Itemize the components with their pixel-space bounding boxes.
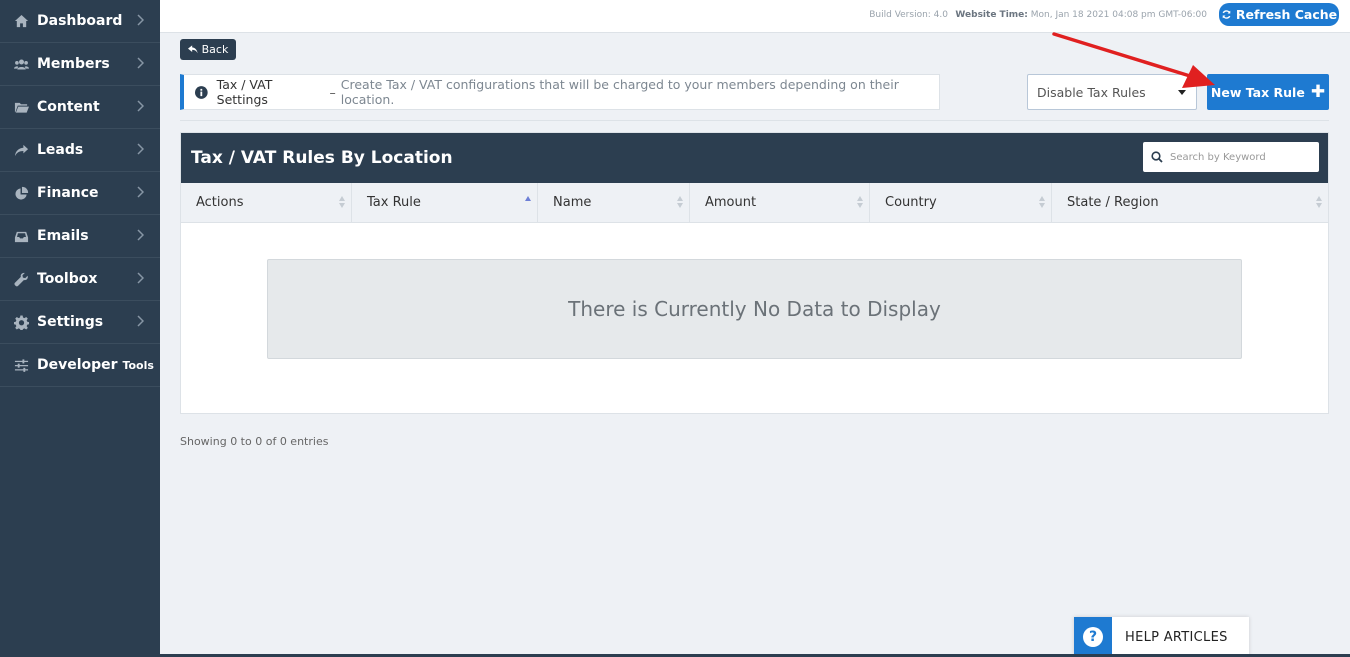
- column-header-actions[interactable]: Actions: [181, 183, 352, 222]
- gear-icon: [12, 314, 30, 330]
- share-icon: [12, 142, 30, 158]
- table-header-row: Actions Tax Rule Name Amount Country Sta…: [181, 183, 1328, 223]
- sidebar-item-label: Finance: [37, 185, 99, 201]
- help-articles-button[interactable]: ? HELP ARTICLES: [1074, 617, 1249, 657]
- panel-title: Tax / VAT Rules By Location: [191, 148, 453, 168]
- sidebar-item-leads[interactable]: Leads: [0, 129, 160, 172]
- column-header-amount[interactable]: Amount: [690, 183, 870, 222]
- info-title: Tax / VAT Settings: [216, 77, 273, 107]
- chevron-right-icon: [136, 229, 145, 245]
- sort-ascending-icon: [525, 196, 531, 208]
- sidebar-item-settings[interactable]: Settings: [0, 301, 160, 344]
- new-tax-rule-button[interactable]: New Tax Rule ✚: [1207, 74, 1329, 110]
- search-box[interactable]: [1143, 142, 1319, 172]
- column-header-label: Amount: [705, 195, 757, 210]
- refresh-icon: [1222, 10, 1231, 19]
- sidebar-item-label: Dashboard: [37, 13, 123, 29]
- sidebar-item-content[interactable]: Content: [0, 86, 160, 129]
- sort-icon: [1039, 196, 1045, 208]
- chevron-right-icon: [136, 100, 145, 116]
- column-header-label: Actions: [196, 195, 244, 210]
- sort-icon: [339, 196, 345, 208]
- website-time-label: Website Time:: [955, 10, 1028, 20]
- sidebar-item-toolbox[interactable]: Toolbox: [0, 258, 160, 301]
- info-banner: Tax / VAT Settings – Create Tax / VAT co…: [180, 74, 940, 110]
- sidebar-item-label: Toolbox: [37, 271, 98, 287]
- sidebar-item-label: Leads: [37, 142, 84, 158]
- column-header-label: Country: [885, 195, 937, 210]
- pie-chart-icon: [12, 185, 30, 201]
- column-header-label: State / Region: [1067, 195, 1159, 210]
- column-header-label: Tax Rule: [367, 195, 421, 210]
- plus-icon: ✚: [1310, 81, 1326, 102]
- refresh-cache-label: Refresh Cache: [1235, 7, 1338, 22]
- info-icon: [195, 85, 208, 99]
- sidebar-item-members[interactable]: Members: [0, 43, 160, 86]
- chevron-right-icon: [136, 14, 145, 30]
- sliders-icon: [12, 357, 30, 373]
- sidebar-item-emails[interactable]: Emails: [0, 215, 160, 258]
- chevron-right-icon: [136, 186, 145, 202]
- sort-icon: [677, 196, 683, 208]
- sort-icon: [857, 196, 863, 208]
- chevron-right-icon: [136, 272, 145, 288]
- chevron-right-icon: [136, 57, 145, 73]
- sidebar-item-label: Members: [37, 56, 110, 72]
- column-header-name[interactable]: Name: [538, 183, 690, 222]
- panel-header: Tax / VAT Rules By Location: [181, 133, 1328, 183]
- topbar: Build Version: 4.0 Website Time: Mon, Ja…: [160, 0, 1350, 33]
- website-time-value: Mon, Jan 18 2021 04:08 pm GMT-06:00: [1030, 10, 1207, 20]
- inbox-icon: [12, 228, 30, 244]
- wrench-icon: [12, 271, 30, 287]
- tax-rules-panel: Tax / VAT Rules By Location Actions Tax …: [180, 132, 1329, 414]
- sidebar-item-developer-tools[interactable]: Developer Tools: [0, 344, 160, 387]
- question-icon: ?: [1083, 627, 1103, 647]
- refresh-cache-button[interactable]: Refresh Cache: [1219, 3, 1339, 26]
- column-header-country[interactable]: Country: [870, 183, 1052, 222]
- help-articles-label: HELP ARTICLES: [1125, 629, 1228, 645]
- sidebar-item-label: Settings: [37, 314, 104, 330]
- build-version: Build Version: 4.0: [869, 10, 948, 20]
- chevron-right-icon: [136, 143, 145, 159]
- entries-count: Showing 0 to 0 of 0 entries: [180, 435, 329, 448]
- search-icon: [1151, 151, 1163, 163]
- sidebar-item-label: Content: [37, 99, 100, 115]
- annotation-arrow-icon: [1052, 32, 1215, 88]
- empty-state-message: There is Currently No Data to Display: [267, 259, 1242, 359]
- info-separator: –: [329, 84, 336, 100]
- new-tax-rule-label: New Tax Rule: [1210, 84, 1305, 100]
- search-input[interactable]: [1170, 151, 1300, 163]
- reply-arrow-icon: [187, 45, 198, 54]
- sidebar: Dashboard Members Content Leads Finance …: [0, 0, 160, 657]
- back-button[interactable]: Back: [180, 39, 236, 60]
- divider: [180, 120, 1329, 121]
- back-label: Back: [201, 43, 229, 56]
- sidebar-item-label-small: Tools: [122, 359, 154, 372]
- sort-icon: [1316, 196, 1322, 208]
- sidebar-item-finance[interactable]: Finance: [0, 172, 160, 215]
- column-header-tax-rule[interactable]: Tax Rule: [352, 183, 538, 222]
- chevron-right-icon: [136, 315, 145, 331]
- website-time: Website Time: Mon, Jan 18 2021 04:08 pm …: [955, 10, 1207, 20]
- column-header-state-region[interactable]: State / Region: [1052, 183, 1328, 222]
- users-icon: [12, 56, 30, 72]
- sidebar-item-label: Emails: [37, 228, 89, 244]
- folder-icon: [12, 99, 30, 115]
- home-icon: [12, 13, 30, 29]
- sidebar-item-label: Developer: [37, 357, 118, 373]
- column-header-label: Name: [553, 195, 592, 210]
- sidebar-item-dashboard[interactable]: Dashboard: [0, 0, 160, 43]
- info-description: Create Tax / VAT configurations that wil…: [340, 77, 899, 107]
